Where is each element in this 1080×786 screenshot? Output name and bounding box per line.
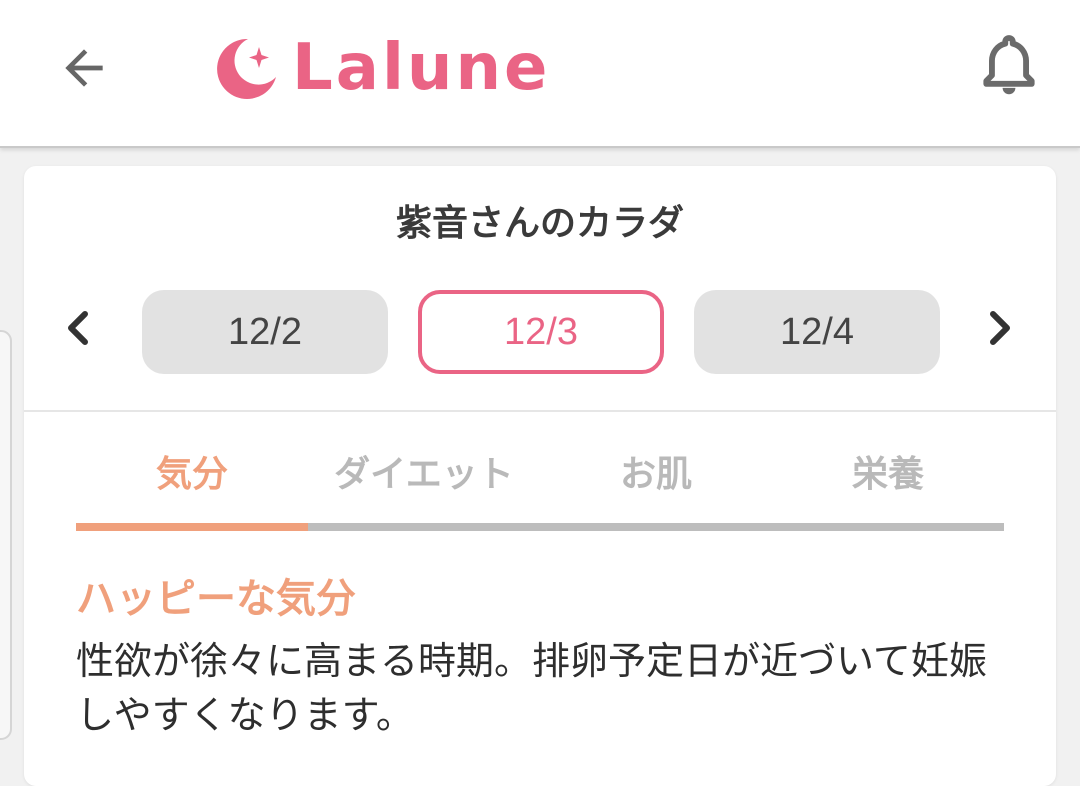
mood-description: 性欲が徐々に高まる時期。排卵予定日が近づいて妊娠しやすくなります。 <box>76 639 987 737</box>
prev-date-button[interactable] <box>54 296 102 360</box>
mood-title: ハッピーな気分 <box>76 576 356 622</box>
tab-track <box>76 523 1004 531</box>
date-option-prev[interactable]: 12/2 <box>142 290 388 374</box>
tab-skin[interactable]: お肌 <box>540 436 772 506</box>
app-logo: Lalune <box>212 28 550 108</box>
section-divider <box>24 410 1056 412</box>
card-title: 紫音さんのカラダ <box>395 203 684 244</box>
date-option-next[interactable]: 12/4 <box>694 290 940 374</box>
chevron-left-icon <box>68 311 88 345</box>
bell-icon <box>983 35 1035 95</box>
category-tabs: 気分 ダイエット お肌 栄養 <box>76 436 1004 506</box>
logo-text: Lalune <box>292 31 551 105</box>
tab-diet[interactable]: ダイエット <box>308 436 540 506</box>
body-status-card: 紫音さんのカラダ 12/2 12/3 12/4 気分 ダイエット お肌 栄養 ハ… <box>24 166 1056 786</box>
tab-nutrition[interactable]: 栄養 <box>772 436 1004 506</box>
back-button[interactable] <box>52 36 116 100</box>
crescent-moon-sparkle-icon <box>217 38 276 99</box>
next-date-button[interactable] <box>976 296 1024 360</box>
notifications-button[interactable] <box>974 26 1044 106</box>
chevron-right-icon <box>990 311 1010 345</box>
app-header: Lalune <box>0 0 1080 148</box>
side-drawer-edge[interactable] <box>0 330 12 740</box>
tab-mood[interactable]: 気分 <box>76 436 308 506</box>
arrow-left-icon <box>65 49 103 87</box>
date-option-selected[interactable]: 12/3 <box>418 290 664 374</box>
tab-active-indicator <box>76 523 308 531</box>
